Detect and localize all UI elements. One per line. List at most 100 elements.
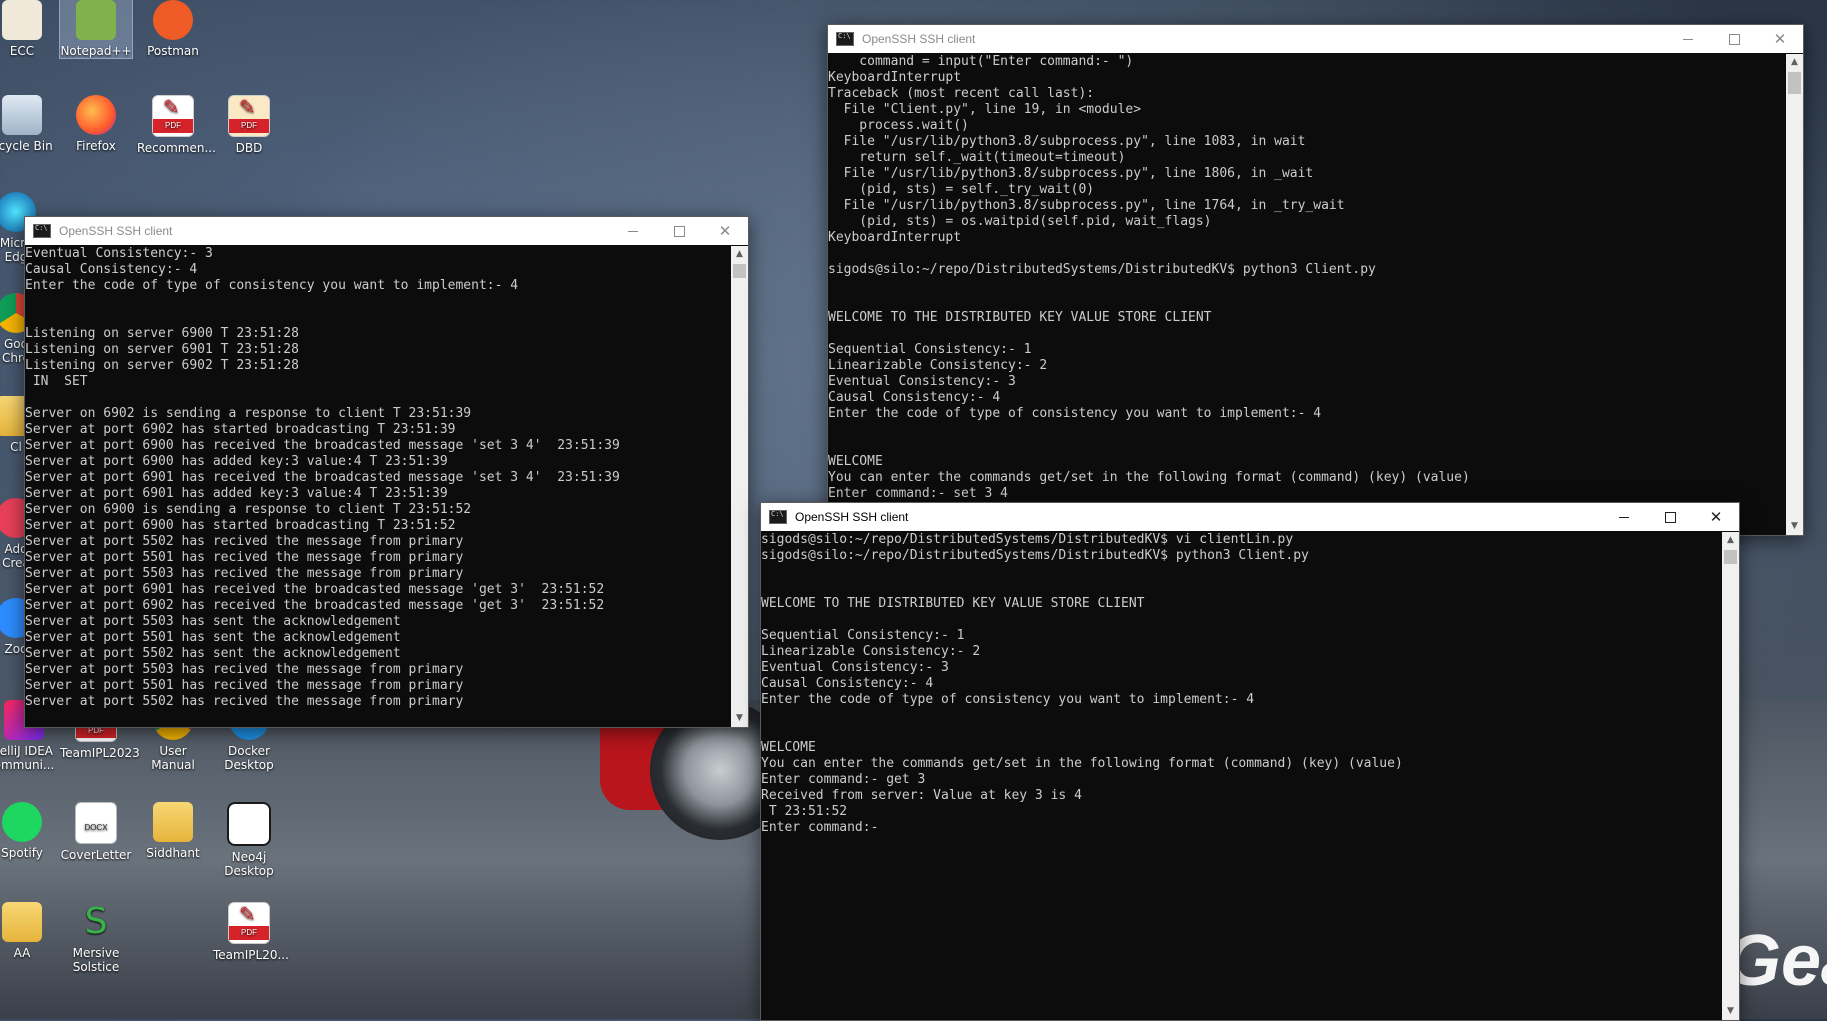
window-titlebar[interactable]: OpenSSH SSH client ✕: [761, 503, 1739, 531]
firefox-icon: [76, 95, 116, 135]
terminal-line: You can enter the commands get/set in th…: [761, 756, 1403, 771]
terminal-line: Enter command:-: [761, 820, 879, 835]
scroll-thumb[interactable]: [733, 264, 746, 278]
desktop-icon-notepadpp[interactable]: Notepad++: [59, 0, 133, 59]
terminal-line: Received from server: Value at key 3 is …: [761, 788, 1082, 803]
terminal-line: WELCOME TO THE DISTRIBUTED KEY VALUE STO…: [761, 596, 1145, 611]
desktop-icon-label: User Manual: [151, 744, 195, 772]
window-titlebar[interactable]: OpenSSH SSH client ✕: [25, 217, 748, 245]
close-button[interactable]: ✕: [1693, 503, 1739, 531]
desktop-icon-label: Neo4j Desktop: [224, 850, 274, 878]
terminal-line: return self._wait(timeout=timeout): [828, 150, 1126, 165]
scrollbar[interactable]: ▲ ▼: [1722, 532, 1739, 1020]
scroll-down-icon[interactable]: ▼: [731, 710, 748, 727]
desktop-icon-label: Mersive Solstice: [72, 946, 120, 974]
docx-file-icon: [75, 802, 117, 844]
window-title: OpenSSH SSH client: [59, 224, 173, 238]
terminal-line: T 23:51:52: [761, 804, 848, 819]
terminal-line: Listening on server 6900 T 23:51:28: [25, 326, 299, 341]
minimize-button[interactable]: [610, 217, 656, 245]
terminal-line: Enter the code of type of consistency yo…: [25, 278, 519, 293]
terminal-line: Server at port 6900 has added key:3 valu…: [25, 454, 448, 469]
scroll-down-icon[interactable]: ▼: [1722, 1003, 1739, 1020]
desktop-icon-label: AA: [13, 946, 31, 960]
terminal-line: Eventual Consistency:- 3: [761, 660, 949, 675]
terminal-line: IN SET: [25, 374, 88, 389]
spotify-icon: [2, 802, 42, 842]
ssh-window-left[interactable]: OpenSSH SSH client ✕ Eventual Consistenc…: [24, 216, 749, 728]
terminal-line: sigods@silo:~/repo/DistributedSystems/Di…: [828, 262, 1376, 277]
desktop-icon-firefox[interactable]: Firefox: [60, 95, 132, 153]
terminal-output[interactable]: command = input("Enter command:- ") Keybo…: [828, 54, 1786, 535]
terminal-line: Causal Consistency:- 4: [828, 390, 1001, 405]
desktop-icon-teamipl20[interactable]: ✎ TeamIPL20...: [213, 902, 289, 962]
terminal-line: Linearizable Consistency:- 2: [761, 644, 981, 659]
terminal-line: Sequential Consistency:- 1: [761, 628, 965, 643]
terminal-line: Server on 6902 is sending a response to …: [25, 406, 472, 421]
ssh-window-bottom-right[interactable]: OpenSSH SSH client ✕ sigods@silo:~/repo/…: [760, 502, 1740, 1021]
scroll-thumb[interactable]: [1724, 550, 1737, 564]
terminal-line: Server at port 5502 has recived the mess…: [25, 694, 464, 709]
desktop-icon-recycle-bin[interactable]: ecycle Bin: [0, 95, 58, 153]
maximize-button[interactable]: [1647, 503, 1693, 531]
desktop-icon-dbd[interactable]: ✎ DBD: [213, 95, 285, 155]
scroll-up-icon[interactable]: ▲: [1722, 532, 1739, 549]
minimize-button[interactable]: [1601, 503, 1647, 531]
terminal-line: File "/usr/lib/python3.8/subprocess.py",…: [828, 198, 1345, 213]
terminal-line: Linearizable Consistency:- 2: [828, 358, 1048, 373]
terminal-line: Server at port 6901 has received the bro…: [25, 582, 605, 597]
window-titlebar[interactable]: OpenSSH SSH client ✕: [828, 25, 1803, 53]
maximize-button[interactable]: [656, 217, 702, 245]
desktop-icon-siddhant[interactable]: Siddhant: [137, 802, 209, 860]
terminal-line: File "/usr/lib/python3.8/subprocess.py",…: [828, 134, 1306, 149]
close-button[interactable]: ✕: [1757, 25, 1803, 53]
pdf-file-icon: ✎: [228, 95, 270, 137]
terminal-line: Eventual Consistency:- 3: [828, 374, 1016, 389]
desktop-icon-ecc[interactable]: ECC: [0, 0, 58, 58]
terminal-line: WELCOME: [828, 454, 883, 469]
terminal-line: Server at port 6900 has received the bro…: [25, 438, 620, 453]
scrollbar[interactable]: ▲ ▼: [731, 246, 748, 727]
desktop-icon-label: Siddhant: [146, 846, 200, 860]
terminal-line: Server at port 5502 has recived the mess…: [25, 534, 464, 549]
terminal-line: KeyboardInterrupt: [828, 230, 962, 245]
desktop-icon-recommen[interactable]: ✎ Recommen...: [137, 95, 216, 155]
desktop-icon-neo4j[interactable]: Neo4j Desktop: [213, 802, 285, 878]
desktop-icon-label: telliJ IDEA ommuni...: [0, 744, 55, 772]
terminal-line: Enter the code of type of consistency yo…: [828, 406, 1322, 421]
terminal-line: WELCOME TO THE DISTRIBUTED KEY VALUE STO…: [828, 310, 1212, 325]
terminal-output[interactable]: Eventual Consistency:- 3 Causal Consisten…: [25, 246, 731, 727]
terminal-line: Traceback (most recent call last):: [828, 86, 1095, 101]
scrollbar[interactable]: ▲ ▼: [1786, 54, 1803, 535]
desktop-icon-spotify[interactable]: Spotify: [0, 802, 58, 860]
desktop-icon-label: CoverLetter: [60, 848, 132, 862]
desktop-icon-label: TeamIPL2023: [60, 746, 140, 760]
desktop-icon-aa[interactable]: AA: [0, 902, 58, 960]
desktop-icon-postman[interactable]: Postman: [137, 0, 209, 58]
scroll-thumb[interactable]: [1788, 72, 1801, 94]
scroll-up-icon[interactable]: ▲: [1786, 54, 1803, 71]
pdf-file-icon: ✎: [152, 95, 194, 137]
scroll-down-icon[interactable]: ▼: [1786, 518, 1803, 535]
scroll-up-icon[interactable]: ▲: [731, 246, 748, 263]
terminal-line: Causal Consistency:- 4: [761, 676, 934, 691]
desktop-icon-coverletter[interactable]: CoverLetter: [60, 802, 132, 862]
desktop-icon-label: Firefox: [76, 139, 116, 153]
terminal-line: File "/usr/lib/python3.8/subprocess.py",…: [828, 166, 1314, 181]
maximize-button[interactable]: [1711, 25, 1757, 53]
close-button[interactable]: ✕: [702, 217, 748, 245]
ecc-app-icon: [2, 0, 42, 40]
terminal-output[interactable]: sigods@silo:~/repo/DistributedSystems/Di…: [761, 532, 1722, 1020]
desktop-icon-mersive[interactable]: S Mersive Solstice: [60, 902, 132, 975]
desktop-icon-label: Postman: [147, 44, 199, 58]
ssh-window-top-right[interactable]: OpenSSH SSH client ✕ command = input("En…: [827, 24, 1804, 536]
terminal-line: command = input("Enter command:- "): [828, 54, 1134, 69]
minimize-button[interactable]: [1665, 25, 1711, 53]
